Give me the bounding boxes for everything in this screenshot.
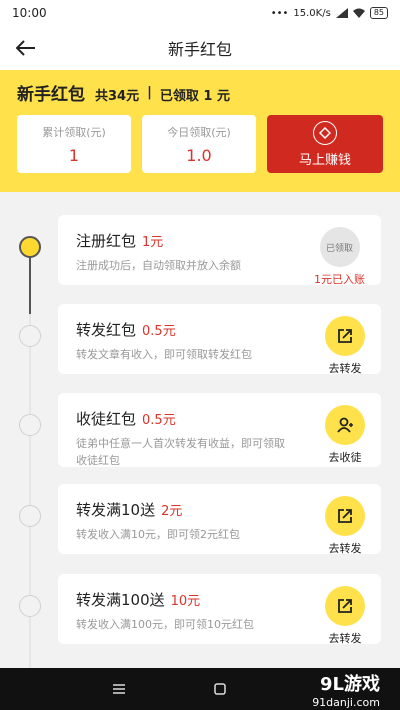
share-icon bbox=[325, 316, 365, 356]
task-status: 已领取 1元已入账 bbox=[314, 227, 365, 287]
task-title: 转发红包 bbox=[76, 321, 137, 339]
divider: | bbox=[147, 85, 152, 100]
coin-icon bbox=[313, 120, 337, 145]
banner-title: 新手红包 bbox=[17, 85, 85, 105]
navigation-bar: 新手红包 bbox=[0, 26, 400, 70]
timeline-dot bbox=[19, 325, 41, 347]
timeline-dot bbox=[19, 414, 41, 436]
task-description: 转发收入满10元，即可领2元红包 bbox=[76, 528, 240, 541]
action-label: 去转发 bbox=[328, 632, 362, 645]
stat-value: 1 bbox=[68, 145, 80, 165]
task-description: 徒弟中任意一人首次转发有收益，即可领取收徒红包 bbox=[76, 437, 285, 467]
task-status-label: 1元已入账 bbox=[314, 273, 365, 286]
timeline-dot bbox=[19, 595, 41, 617]
network-speed: 15.0K/s bbox=[293, 7, 331, 19]
watermark-url: 91danji.com bbox=[312, 695, 380, 709]
stat-label: 累计领取(元) bbox=[42, 125, 106, 139]
action-label: 去转发 bbox=[328, 542, 362, 555]
task-amount: 2元 bbox=[161, 504, 183, 519]
task-description: 注册成功后，自动领取并放入余额 bbox=[76, 259, 241, 272]
menu-button[interactable] bbox=[110, 680, 128, 698]
timeline-dot bbox=[19, 505, 41, 527]
status-bar: 10:00 ••• 15.0K/s 85 bbox=[0, 0, 400, 26]
go-share-button[interactable]: 去转发 bbox=[325, 586, 365, 646]
stat-value: 1.0 bbox=[186, 145, 212, 165]
task-timeline: 注册红包 1元 注册成功后，自动领取并放入余额 已领取 1元已入账 转发红包 0.5… bbox=[0, 192, 400, 668]
watermark: 9L游戏 91danji.com bbox=[312, 670, 380, 709]
system-navigation-bar: 9L游戏 91danji.com bbox=[0, 668, 400, 710]
back-arrow-icon bbox=[16, 40, 35, 56]
task-description: 转发文章有收入，即可领取转发红包 bbox=[76, 348, 252, 361]
add-user-icon bbox=[325, 405, 365, 445]
share-icon bbox=[325, 586, 365, 626]
task-card-share-10[interactable]: 转发满10送 2元 转发收入满10元，即可领2元红包 去转发 bbox=[58, 484, 381, 556]
task-title: 转发满100送 bbox=[76, 591, 165, 609]
task-amount: 1元 bbox=[142, 235, 164, 250]
timeline-dot-active bbox=[19, 236, 41, 258]
watermark-logo: 9L游戏 bbox=[319, 673, 380, 695]
home-button[interactable] bbox=[211, 680, 229, 698]
stat-label: 今日领取(元) bbox=[167, 125, 231, 139]
claimed-badge: 已领取 bbox=[319, 227, 360, 267]
claimed-amount: 已领取 1 元 bbox=[159, 89, 230, 104]
action-label: 去收徒 bbox=[328, 451, 362, 464]
stat-card-today: 今日领取(元) 1.0 bbox=[142, 115, 256, 173]
task-card-share[interactable]: 转发红包 0.5元 转发文章有收入，即可领取转发红包 去转发 bbox=[58, 304, 381, 376]
more-dots-icon: ••• bbox=[270, 7, 289, 19]
task-amount: 0.5元 bbox=[142, 413, 176, 428]
page-title: 新手红包 bbox=[167, 40, 232, 59]
status-indicators: ••• 15.0K/s 85 bbox=[271, 7, 388, 19]
wifi-icon bbox=[352, 8, 365, 18]
task-amount: 0.5元 bbox=[142, 324, 176, 339]
task-description: 转发收入满100元，即可领10元红包 bbox=[76, 618, 254, 631]
task-title: 注册红包 bbox=[76, 232, 137, 250]
battery-icon: 85 bbox=[369, 7, 388, 19]
stat-card-total: 累计领取(元) 1 bbox=[17, 115, 131, 173]
earn-now-label: 马上赚钱 bbox=[298, 152, 351, 168]
go-recruit-button[interactable]: 去收徒 bbox=[325, 405, 365, 465]
menu-icon bbox=[113, 684, 125, 694]
share-icon bbox=[325, 496, 365, 536]
task-card-share-100[interactable]: 转发满100送 10元 转发收入满100元，即可领10元红包 去转发 bbox=[58, 574, 381, 646]
action-label: 去转发 bbox=[328, 362, 362, 375]
task-card-apprentice[interactable]: 收徒红包 0.5元 徒弟中任意一人首次转发有收益，即可领取收徒红包 去收徒 bbox=[58, 393, 381, 467]
status-time: 10:00 bbox=[12, 6, 47, 20]
earn-now-button[interactable]: 马上赚钱 bbox=[267, 115, 383, 173]
back-button[interactable] bbox=[12, 34, 40, 62]
go-share-button[interactable]: 去转发 bbox=[325, 496, 365, 556]
go-share-button[interactable]: 去转发 bbox=[325, 316, 365, 376]
task-card-register[interactable]: 注册红包 1元 注册成功后，自动领取并放入余额 已领取 1元已入账 bbox=[58, 215, 381, 287]
task-amount: 10元 bbox=[170, 594, 201, 609]
signal-icon bbox=[335, 8, 348, 18]
total-amount: 共34元 bbox=[95, 89, 140, 104]
task-title: 转发满10送 bbox=[76, 501, 156, 519]
task-title: 收徒红包 bbox=[76, 410, 137, 428]
summary-banner: 新手红包 共34元 | 已领取 1 元 累计领取(元) 1 今日领取(元) 1.… bbox=[0, 70, 400, 192]
home-square-icon bbox=[214, 683, 226, 695]
